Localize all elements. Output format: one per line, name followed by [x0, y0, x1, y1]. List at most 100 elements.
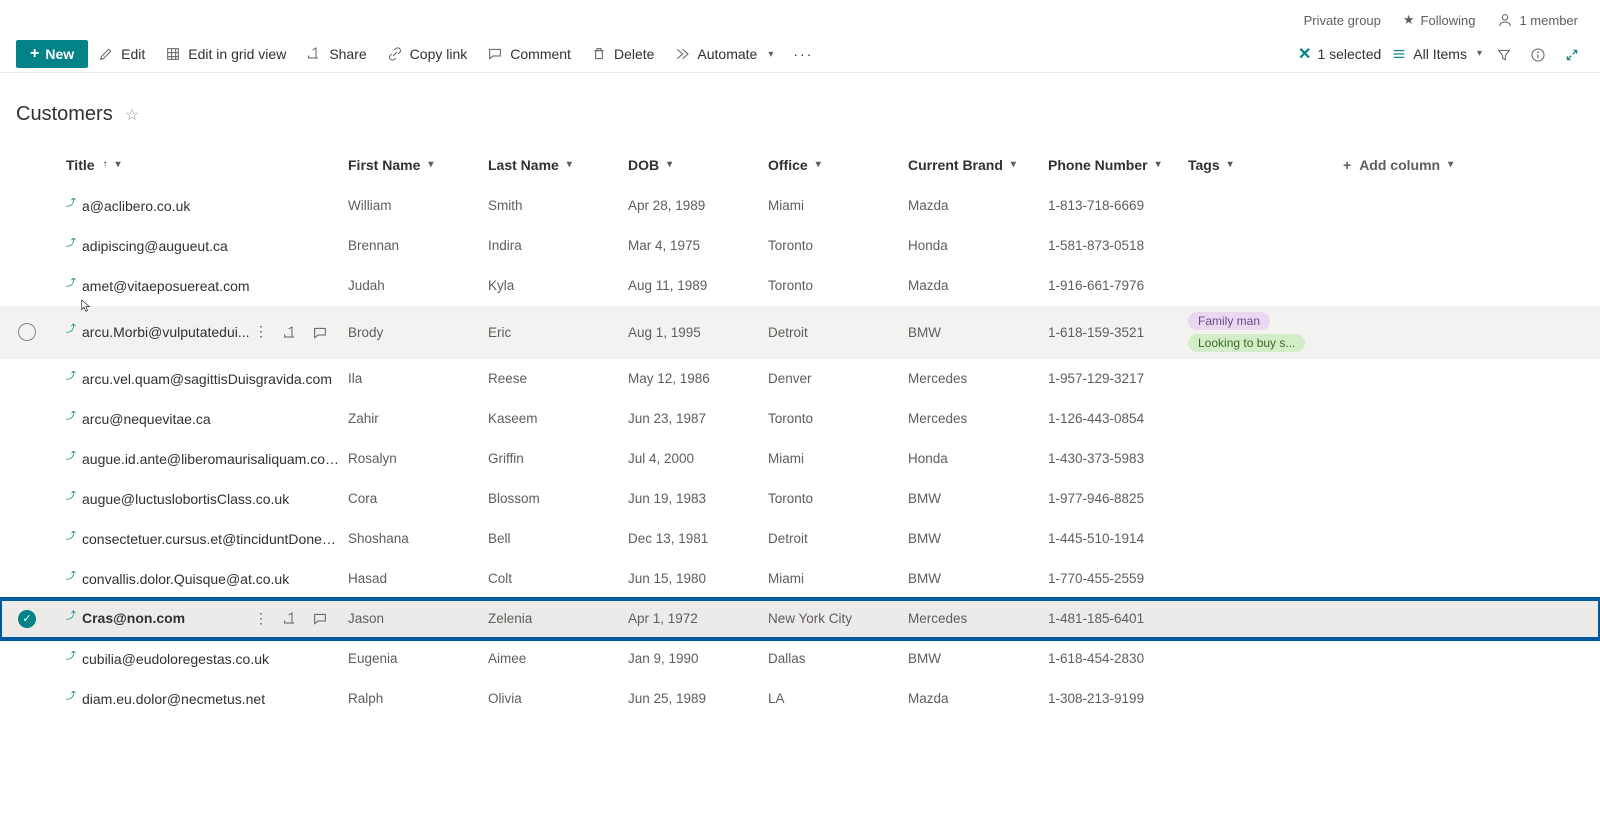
- link-indicator-icon: ⤴: [66, 411, 76, 423]
- table-row[interactable]: ⤴amet@vitaeposuereat.comJudahKylaAug 11,…: [0, 266, 1600, 306]
- cell-office: Toronto: [768, 411, 908, 426]
- link-indicator-icon: ⤴: [66, 371, 76, 383]
- table-row[interactable]: ⤴adipiscing@augueut.caBrennanIndiraMar 4…: [0, 226, 1600, 266]
- title-text: a@aclibero.co.uk: [82, 198, 190, 214]
- cell-office: Toronto: [768, 278, 908, 293]
- cell-phone: 1-430-373-5983: [1048, 451, 1188, 466]
- cell-title[interactable]: ⤴adipiscing@augueut.ca: [66, 238, 348, 254]
- chevron-down-icon: ▾: [768, 49, 773, 60]
- cell-title[interactable]: ⤴convallis.dolor.Quisque@at.co.uk: [66, 571, 348, 587]
- table-row[interactable]: ✓⤴Cras@non.com⋮JasonZeleniaApr 1, 1972Ne…: [0, 599, 1600, 639]
- cell-office: Dallas: [768, 651, 908, 666]
- radio-empty-icon: [18, 323, 36, 341]
- automate-button[interactable]: Automate ▾: [664, 40, 783, 68]
- filter-button[interactable]: [1492, 41, 1516, 66]
- column-header-last-name[interactable]: Last Name▾: [488, 157, 628, 173]
- cell-tags: [1188, 413, 1343, 425]
- table-row[interactable]: ⤴a@aclibero.co.ukWilliamSmithApr 28, 198…: [0, 186, 1600, 226]
- following-button[interactable]: ★ Following: [1403, 12, 1476, 28]
- cell-title[interactable]: ⤴Cras@non.com⋮: [66, 610, 348, 627]
- cell-phone: 1-618-454-2830: [1048, 651, 1188, 666]
- link-indicator-icon: ⤴: [66, 531, 76, 543]
- row-select[interactable]: [18, 323, 66, 341]
- title-text: cubilia@eudoloregestas.co.uk: [82, 651, 269, 667]
- cell-title[interactable]: ⤴amet@vitaeposuereat.com: [66, 278, 348, 294]
- column-header-dob[interactable]: DOB▾: [628, 157, 768, 173]
- cell-title[interactable]: ⤴arcu.Morbi@vulputatedui...⋮: [66, 323, 348, 340]
- table-row[interactable]: ⤴ consectetuer.cursus.et@tinciduntDonec.c…: [0, 519, 1600, 559]
- selection-info[interactable]: ✕ 1 selected: [1298, 44, 1381, 64]
- title-text: consectetuer.cursus.et@tinciduntDonec.co…: [82, 531, 340, 547]
- cell-dob: Apr 28, 1989: [628, 198, 768, 213]
- cell-title[interactable]: ⤴arcu@nequevitae.ca: [66, 411, 348, 427]
- column-header-first-name[interactable]: First Name▾: [348, 157, 488, 173]
- column-header-tags[interactable]: Tags▾: [1188, 151, 1343, 179]
- column-header-phone[interactable]: Phone Number▾: [1048, 157, 1188, 173]
- cell-dob: Jun 25, 1989: [628, 691, 768, 706]
- cell-office: New York City: [768, 611, 908, 626]
- edit-grid-button[interactable]: Edit in grid view: [155, 40, 296, 68]
- edit-button[interactable]: Edit: [88, 40, 155, 68]
- table-row[interactable]: ⤴convallis.dolor.Quisque@at.co.ukHasadCo…: [0, 559, 1600, 599]
- table-row[interactable]: ⤴augue@luctuslobortisClass.co.ukCoraBlos…: [0, 479, 1600, 519]
- table-row[interactable]: ⤴cubilia@eudoloregestas.co.ukEugeniaAime…: [0, 639, 1600, 679]
- favorite-star-button[interactable]: ☆: [125, 105, 139, 125]
- clear-selection-icon[interactable]: ✕: [1298, 44, 1311, 64]
- table-row[interactable]: ⤴arcu.Morbi@vulputatedui...⋮BrodyEricAug…: [0, 306, 1600, 359]
- cell-title[interactable]: ⤴diam.eu.dolor@necmetus.net: [66, 691, 348, 707]
- cell-first-name: Hasad: [348, 571, 488, 586]
- more-button[interactable]: ···: [783, 40, 823, 68]
- cell-first-name: Eugenia: [348, 651, 488, 666]
- comment-icon: [487, 46, 503, 62]
- delete-button[interactable]: Delete: [581, 40, 664, 68]
- cell-current-brand: Honda: [908, 238, 1048, 253]
- cell-title[interactable]: ⤴ consectetuer.cursus.et@tinciduntDonec.c…: [66, 531, 348, 547]
- cell-last-name: Griffin: [488, 451, 628, 466]
- table-row[interactable]: ⤴diam.eu.dolor@necmetus.netRalphOliviaJu…: [0, 679, 1600, 719]
- cell-current-brand: Honda: [908, 451, 1048, 466]
- table-row[interactable]: ⤴arcu@nequevitae.caZahirKaseemJun 23, 19…: [0, 399, 1600, 439]
- cell-current-brand: BMW: [908, 571, 1048, 586]
- cell-last-name: Reese: [488, 371, 628, 386]
- copy-link-button[interactable]: Copy link: [377, 40, 478, 68]
- comment-button[interactable]: Comment: [477, 40, 581, 68]
- table-row[interactable]: ⤴augue.id.ante@liberomaurisaliquam.co.uk…: [0, 439, 1600, 479]
- column-header-current-brand[interactable]: Current Brand▾: [908, 157, 1048, 173]
- column-header-title[interactable]: Title ↑ ▾: [66, 157, 348, 173]
- row-more-button[interactable]: ⋮: [254, 610, 268, 627]
- chevron-down-icon: ▾: [1011, 159, 1016, 170]
- add-column-label: Add column: [1359, 157, 1440, 173]
- title-text: augue.id.ante@liberomaurisaliquam.co.uk: [82, 451, 340, 467]
- cell-current-brand: Mercedes: [908, 371, 1048, 386]
- cell-last-name: Colt: [488, 571, 628, 586]
- cell-phone: 1-977-946-8825: [1048, 491, 1188, 506]
- cell-title[interactable]: ⤴arcu.vel.quam@sagittisDuisgravida.com: [66, 371, 348, 387]
- row-select[interactable]: ✓: [18, 610, 66, 628]
- row-more-button[interactable]: ⋮: [254, 323, 268, 340]
- share-button[interactable]: Share: [296, 40, 376, 68]
- cell-office: Toronto: [768, 238, 908, 253]
- new-button[interactable]: + New: [16, 40, 88, 68]
- delete-label: Delete: [614, 46, 654, 62]
- table-row[interactable]: ⤴arcu.vel.quam@sagittisDuisgravida.comIl…: [0, 359, 1600, 399]
- cell-title[interactable]: ⤴augue.id.ante@liberomaurisaliquam.co.uk: [66, 451, 348, 467]
- column-header-office[interactable]: Office▾: [768, 157, 908, 173]
- row-share-button[interactable]: [282, 323, 298, 340]
- expand-button[interactable]: [1560, 41, 1584, 66]
- cell-office: Toronto: [768, 491, 908, 506]
- info-button[interactable]: [1526, 41, 1550, 66]
- cell-title[interactable]: ⤴a@aclibero.co.uk: [66, 198, 348, 214]
- plus-icon: +: [1343, 157, 1351, 173]
- members-link[interactable]: 1 member: [1497, 12, 1578, 28]
- view-switcher[interactable]: All Items ▾: [1391, 46, 1482, 62]
- link-indicator-icon: ⤴: [66, 323, 76, 335]
- row-comment-button[interactable]: [312, 323, 328, 340]
- row-share-button[interactable]: [282, 610, 298, 627]
- cell-title[interactable]: ⤴augue@luctuslobortisClass.co.uk: [66, 491, 348, 507]
- add-column-button[interactable]: +Add column▾: [1343, 157, 1600, 173]
- cell-last-name: Kyla: [488, 278, 628, 293]
- cell-last-name: Bell: [488, 531, 628, 546]
- row-comment-button[interactable]: [312, 610, 328, 627]
- cell-title[interactable]: ⤴cubilia@eudoloregestas.co.uk: [66, 651, 348, 667]
- person-icon: [1497, 12, 1513, 28]
